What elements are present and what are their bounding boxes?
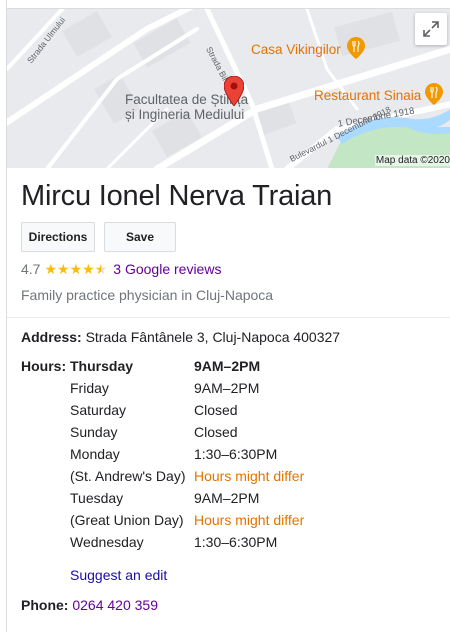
divider: [7, 317, 450, 318]
expand-map-button[interactable]: [415, 13, 447, 45]
address-value[interactable]: Strada Fântânele 3, Cluj-Napoca 400327: [86, 329, 341, 345]
restaurant-icon[interactable]: [347, 37, 365, 59]
hours-day: Monday: [70, 446, 120, 462]
knowledge-panel: Strada Ulmului Strada Bihorului Bulevard…: [6, 0, 450, 632]
half-star-icon: ★: [94, 261, 108, 277]
expand-icon: [423, 21, 439, 37]
hours-time: 9AM–2PM: [194, 490, 260, 506]
map-attribution[interactable]: Map data ©2020: [374, 155, 450, 166]
rating-value: 4.7: [21, 261, 41, 277]
hours-time: Closed: [194, 402, 238, 418]
phone-number-link[interactable]: 0264 420 359: [72, 597, 158, 613]
hours-time: Closed: [194, 424, 238, 440]
hours-label: Hours:: [21, 358, 67, 374]
phone-row: Phone: 0264 420 359: [21, 597, 158, 613]
map-poi-label-line: și Ingineria Mediului: [125, 107, 245, 122]
address-label: Address:: [21, 329, 82, 345]
map[interactable]: Strada Ulmului Strada Bihorului Bulevard…: [7, 8, 450, 168]
hours-time: 9AM–2PM: [194, 380, 260, 396]
phone-label: Phone:: [21, 597, 69, 613]
hours-time: 9AM–2PM: [194, 358, 261, 374]
reviews-link[interactable]: 3 Google reviews: [113, 261, 221, 277]
hours-day: Friday: [70, 380, 109, 396]
holiday-name: (Great Union Day): [70, 512, 184, 528]
hours-day: Sunday: [70, 424, 118, 440]
hours-might-differ: Hours might differ: [194, 512, 305, 528]
holiday-name: (St. Andrew's Day): [70, 468, 186, 484]
place-title: Mircu Ionel Nerva Traian: [21, 180, 333, 212]
star-icon: ★: [57, 261, 70, 277]
directions-button[interactable]: Directions: [21, 222, 95, 252]
hours-time: 1:30–6:30PM: [194, 534, 278, 550]
map-poi-label[interactable]: Casa Vikingilor: [251, 42, 341, 57]
hours-day: Saturday: [70, 402, 127, 418]
star-icon: ★: [82, 261, 95, 277]
hours-day: Wednesday: [70, 534, 144, 550]
address-row: Address: Strada Fântânele 3, Cluj-Napoca…: [21, 329, 340, 345]
suggest-edit-link[interactable]: Suggest an edit: [70, 567, 167, 583]
location-pin-icon[interactable]: [223, 75, 245, 107]
rating-row: 4.7 ★ ★ ★ ★ ★ 3 Google reviews: [21, 261, 221, 277]
hours-time: 1:30–6:30PM: [194, 446, 278, 462]
restaurant-icon[interactable]: [425, 83, 443, 105]
place-category: Family practice physician in Cluj-Napoca: [21, 287, 274, 303]
star-icon: ★: [69, 261, 83, 277]
hours-day: Tuesday: [70, 490, 124, 506]
star-icon: ★: [44, 261, 58, 277]
star-rating: ★ ★ ★ ★ ★: [44, 262, 107, 276]
hours-might-differ: Hours might differ: [194, 468, 305, 484]
hours-day: Thursday: [70, 358, 134, 374]
save-button[interactable]: Save: [104, 222, 176, 252]
map-poi-label[interactable]: Restaurant Sinaia: [314, 88, 421, 103]
